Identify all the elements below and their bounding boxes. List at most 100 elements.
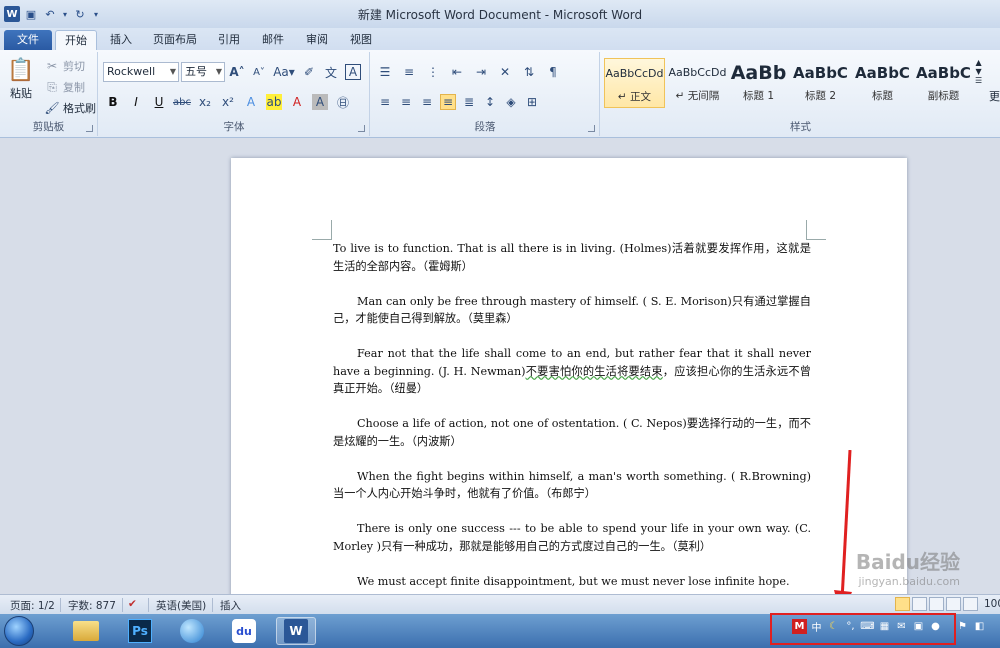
italic-icon[interactable]: I: [128, 94, 144, 110]
styles-scroll[interactable]: ▲ ▼ ☰: [975, 58, 982, 85]
copy-button[interactable]: ⎘ 复制: [44, 79, 85, 95]
outline-icon[interactable]: [946, 597, 961, 611]
bold-icon[interactable]: B: [105, 94, 121, 110]
tab-file[interactable]: 文件: [4, 30, 52, 50]
word-taskbar-button[interactable]: W: [276, 617, 316, 645]
cut-button[interactable]: ✂ 剪切: [44, 58, 85, 74]
scroll-up-icon[interactable]: ▲: [976, 58, 982, 67]
flag-icon[interactable]: ⚑: [955, 619, 970, 634]
change-styles-label: 更: [989, 90, 1000, 103]
shrink-font-icon[interactable]: A˅: [251, 64, 267, 80]
paragraph[interactable]: When the fight begins within himself, a …: [333, 468, 811, 503]
tab-review[interactable]: 审阅: [298, 30, 336, 50]
tab-references[interactable]: 引用: [210, 30, 248, 50]
tab-mailings[interactable]: 邮件: [254, 30, 292, 50]
decrease-indent-icon[interactable]: ⇤: [449, 64, 465, 80]
title-bar: W ▣ ↶ ▾ ↻ ▾ 新建 Microsoft Word Document -…: [0, 0, 1000, 28]
style-heading-1[interactable]: AaBb 标题 1: [728, 58, 789, 108]
highlight-icon[interactable]: ab: [266, 94, 282, 110]
paragraph[interactable]: We must accept finite disappointment, bu…: [333, 573, 811, 591]
format-painter-button[interactable]: 🖌 格式刷: [44, 100, 96, 116]
view-buttons: [895, 597, 978, 611]
align-right-icon[interactable]: ≡: [419, 94, 435, 110]
paragraph-launcher-icon[interactable]: [588, 125, 595, 132]
paragraph[interactable]: Fear not that the life shall come to an …: [333, 345, 811, 398]
style-preview: AaBbC: [855, 64, 910, 82]
distributed-icon[interactable]: ≣: [461, 94, 477, 110]
superscript-icon[interactable]: x²: [220, 94, 236, 110]
explorer-taskbar-button[interactable]: [66, 617, 106, 645]
scroll-down-icon[interactable]: ▼: [976, 67, 982, 76]
multilevel-list-icon[interactable]: ⋮: [425, 64, 441, 80]
phonetic-guide-icon[interactable]: 文: [323, 64, 339, 80]
print-layout-icon[interactable]: [895, 597, 910, 611]
tab-home[interactable]: 开始: [55, 30, 97, 50]
paragraph[interactable]: Choose a life of action, not one of oste…: [333, 415, 811, 450]
char-border-icon[interactable]: A: [345, 64, 361, 80]
align-center-icon[interactable]: ≡: [398, 94, 414, 110]
volume-icon[interactable]: ◧: [972, 619, 987, 634]
photoshop-taskbar-button[interactable]: Ps: [120, 617, 160, 645]
grow-font-icon[interactable]: A˄: [229, 64, 245, 80]
clear-format-icon[interactable]: ✐: [301, 64, 317, 80]
style-title[interactable]: AaBbC 标题: [852, 58, 913, 108]
enclose-char-icon[interactable]: ㊐: [335, 94, 351, 110]
line-spacing-icon[interactable]: ↕: [482, 94, 498, 110]
font-launcher-icon[interactable]: [358, 125, 365, 132]
document-page[interactable]: To live is to function. That is all ther…: [231, 158, 907, 594]
tab-view[interactable]: 视图: [342, 30, 380, 50]
tab-page-layout[interactable]: 页面布局: [146, 30, 204, 50]
style-preview: AaBb: [730, 62, 787, 84]
draft-icon[interactable]: [963, 597, 978, 611]
align-left-icon[interactable]: ≡: [377, 94, 393, 110]
numbering-icon[interactable]: ≡: [401, 64, 417, 80]
font-size-combo[interactable]: 五号 ▼: [181, 62, 225, 82]
baidu-taskbar-button[interactable]: du: [224, 617, 264, 645]
text-effects-icon[interactable]: A: [243, 94, 259, 110]
document-body[interactable]: To live is to function. That is all ther…: [333, 240, 811, 594]
increase-indent-icon[interactable]: ⇥: [473, 64, 489, 80]
paragraph[interactable]: Man can only be free through mastery of …: [333, 293, 811, 328]
change-case-icon[interactable]: Aa▾: [273, 64, 295, 80]
style-heading-2[interactable]: AaBbC 标题 2: [790, 58, 851, 108]
paragraph[interactable]: To live is to function. That is all ther…: [333, 240, 811, 275]
show-marks-icon[interactable]: ¶: [545, 64, 561, 80]
style-normal[interactable]: AaBbCcDd ↵ 正文: [604, 58, 665, 108]
subscript-icon[interactable]: x₂: [197, 94, 213, 110]
clipboard-launcher-icon[interactable]: [86, 125, 93, 132]
char-shading-icon[interactable]: A: [312, 94, 328, 110]
chevron-down-icon: ▼: [169, 67, 176, 76]
divider: [148, 598, 149, 612]
more-styles-icon[interactable]: ☰: [975, 76, 982, 85]
bullets-icon[interactable]: ☰: [377, 64, 393, 80]
chevron-down-icon: ▼: [215, 67, 222, 76]
style-subtitle[interactable]: AaBbC 副标题: [913, 58, 974, 108]
font-name-value: Rockwell: [107, 65, 156, 78]
start-button[interactable]: [4, 616, 34, 646]
proofing-icon[interactable]: ✔: [128, 598, 137, 610]
style-no-spacing[interactable]: AaBbCcDd ↵ 无间隔: [667, 58, 728, 108]
font-name-combo[interactable]: Rockwell ▼: [103, 62, 179, 82]
ie-taskbar-button[interactable]: [172, 617, 212, 645]
chinese-layout-icon[interactable]: ✕: [497, 64, 513, 80]
change-styles-button[interactable]: 更: [989, 88, 1000, 104]
zoom-level[interactable]: 100: [984, 598, 1000, 610]
page-count[interactable]: 页面: 1/2: [10, 598, 55, 613]
insert-mode[interactable]: 插入: [220, 598, 241, 613]
strikethrough-icon[interactable]: abc: [173, 94, 191, 110]
font-color-icon[interactable]: A: [289, 94, 305, 110]
sort-icon[interactable]: ⇅: [521, 64, 537, 80]
word-count[interactable]: 字数: 877: [68, 598, 116, 613]
language-indicator[interactable]: 英语(美国): [156, 598, 206, 613]
shading-icon[interactable]: ◈: [503, 94, 519, 110]
underline-icon[interactable]: U: [151, 94, 167, 110]
web-layout-icon[interactable]: [929, 597, 944, 611]
red-highlight-box: [770, 613, 956, 645]
justify-icon[interactable]: ≡: [440, 94, 456, 110]
paragraph[interactable]: There is only one success --- to be able…: [333, 520, 811, 555]
borders-icon[interactable]: ⊞: [524, 94, 540, 110]
full-screen-reading-icon[interactable]: [912, 597, 927, 611]
paste-button[interactable]: 📋 粘贴: [6, 56, 36, 101]
tab-insert[interactable]: 插入: [102, 30, 140, 50]
font-group: Rockwell ▼ 五号 ▼ A˄ A˅ Aa▾ ✐ 文 A B I U abc …: [99, 52, 370, 136]
